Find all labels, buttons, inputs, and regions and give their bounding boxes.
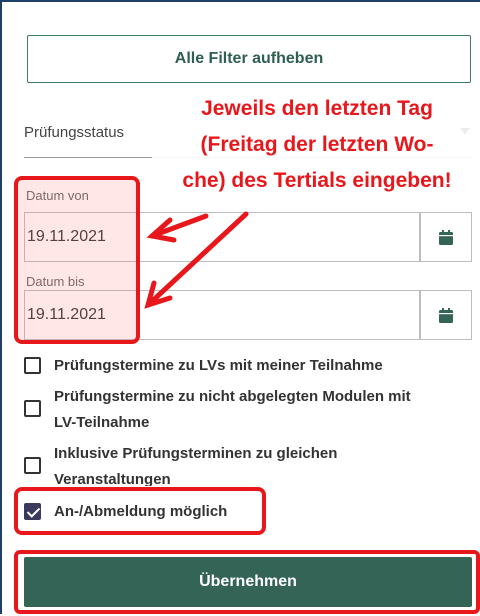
filter-panel: Alle Filter aufheben Prüfungsstatus Datu… [0, 0, 480, 614]
annotation-arrows [144, 211, 249, 309]
